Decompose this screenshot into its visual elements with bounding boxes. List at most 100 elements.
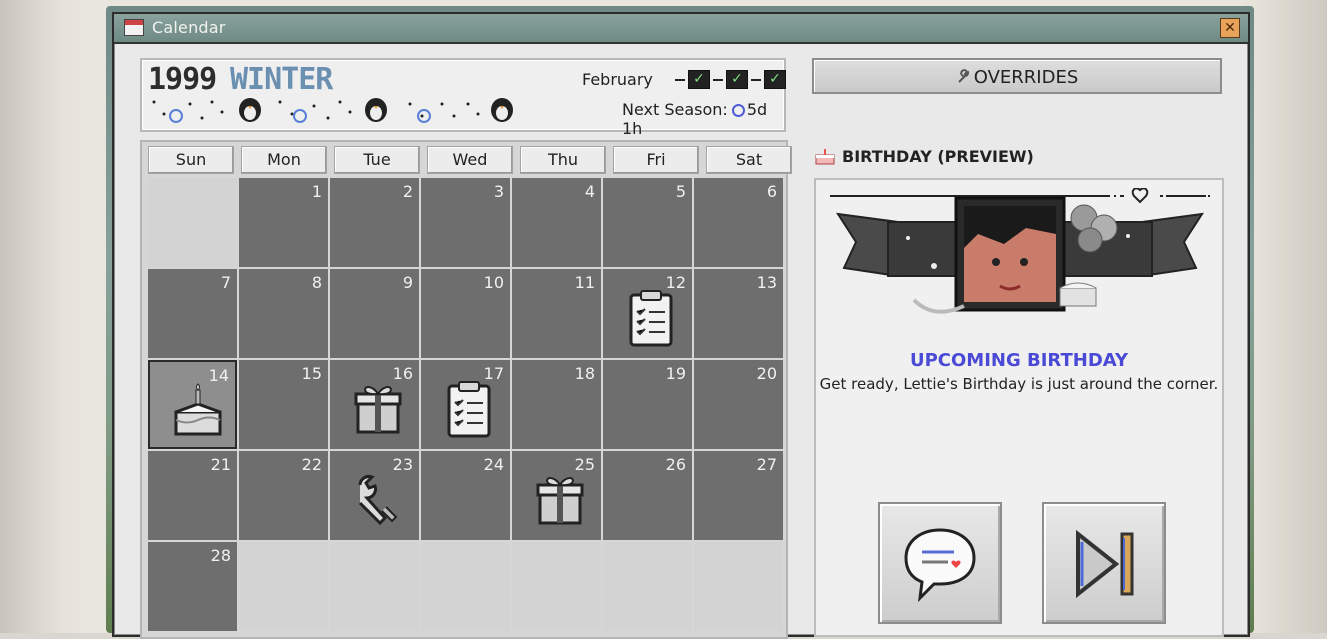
calendar-day-21[interactable]: 21 (148, 451, 237, 540)
day-cells: 1 2 3 4 5 6 7 8 9 10 11 12 13 14 15 16 17 18 19 20 21 22 23 24 2… (148, 178, 783, 631)
cake-icon (172, 382, 224, 440)
calendar-empty-cell (694, 542, 783, 631)
gift-icon (352, 380, 404, 438)
clipboard-icon (625, 289, 677, 347)
month-progress-checks: ✓ ✓ ✓ (672, 70, 786, 89)
weekday-mon: Mon (241, 146, 327, 174)
clipboard-icon (443, 380, 495, 438)
overrides-button[interactable]: OVERRIDES (812, 58, 1222, 94)
cake-icon (815, 149, 835, 165)
day-number: 6 (766, 182, 777, 201)
season-header: 1999 WINTER February ✓ ✓ ✓ Next Season: … (140, 58, 786, 138)
check-2-icon: ✓ (726, 70, 748, 89)
calendar-day-16[interactable]: 16 (330, 360, 419, 449)
day-number: 2 (402, 182, 413, 201)
year-label: 1999 (148, 62, 217, 97)
calendar-day-14[interactable]: 14 (148, 360, 237, 449)
calendar-day-19[interactable]: 19 (603, 360, 692, 449)
calendar-day-13[interactable]: 13 (694, 269, 783, 358)
calendar-day-12[interactable]: 12 (603, 269, 692, 358)
calendar-day-26[interactable]: 26 (603, 451, 692, 540)
day-number: 18 (574, 364, 595, 383)
day-number: 15 (301, 364, 322, 383)
day-number: 22 (301, 455, 322, 474)
calendar-empty-cell (421, 542, 510, 631)
day-number: 7 (220, 273, 231, 292)
calendar-day-9[interactable]: 9 (330, 269, 419, 358)
weekday-sun: Sun (148, 146, 234, 174)
wrench-icon (352, 471, 404, 529)
day-number: 24 (483, 455, 504, 474)
preview-title-text: BIRTHDAY (PREVIEW) (842, 147, 1034, 166)
calendar-day-8[interactable]: 8 (239, 269, 328, 358)
calendar-day-23[interactable]: 23 (330, 451, 419, 540)
next-season-label: Next Season: (622, 100, 728, 119)
calendar-day-20[interactable]: 20 (694, 360, 783, 449)
overrides-label: OVERRIDES (973, 67, 1079, 88)
gift-icon (534, 471, 586, 529)
day-number: 9 (402, 273, 413, 292)
snow-penguin-decoration-icon (152, 98, 513, 123)
calendar-day-27[interactable]: 27 (694, 451, 783, 540)
weekday-thu: Thu (520, 146, 606, 174)
calendar-day-22[interactable]: 22 (239, 451, 328, 540)
day-number: 4 (584, 182, 595, 201)
calendar-day-18[interactable]: 18 (512, 360, 601, 449)
wrench-icon (958, 69, 969, 83)
day-number: 28 (210, 546, 231, 565)
calendar-day-5[interactable]: 5 (603, 178, 692, 267)
skip-next-icon (1076, 529, 1134, 599)
day-number: 13 (756, 273, 777, 292)
preview-title: BIRTHDAY (PREVIEW) (814, 146, 1034, 166)
day-number: 8 (311, 273, 322, 292)
calendar-day-7[interactable]: 7 (148, 269, 237, 358)
day-number: 26 (665, 455, 686, 474)
close-button[interactable]: ✕ (1220, 18, 1240, 38)
calendar-day-1[interactable]: 1 (239, 178, 328, 267)
day-number: 1 (311, 182, 322, 201)
calendar-day-15[interactable]: 15 (239, 360, 328, 449)
birthday-description: Get ready, Lettie's Birthday is just aro… (819, 375, 1219, 393)
weekday-sat: Sat (706, 146, 792, 174)
clock-icon (731, 104, 745, 117)
weekday-headers: Sun Mon Tue Wed Thu Fri Sat (148, 146, 799, 174)
check-1-icon: ✓ (688, 70, 710, 89)
weekday-fri: Fri (613, 146, 699, 174)
chat-button[interactable] (878, 502, 1002, 624)
calendar-day-17[interactable]: 17 (421, 360, 510, 449)
window-title: Calendar (152, 18, 226, 37)
calendar-day-28[interactable]: 28 (148, 542, 237, 631)
calendar-app-icon (124, 19, 144, 36)
day-number: 11 (574, 273, 595, 292)
month-label: February (582, 70, 653, 89)
calendar-day-25[interactable]: 25 (512, 451, 601, 540)
calendar-day-2[interactable]: 2 (330, 178, 419, 267)
day-number: 27 (756, 455, 777, 474)
window-titlebar[interactable]: Calendar ✕ (114, 14, 1248, 44)
weekday-wed: Wed (427, 146, 513, 174)
birthday-preview-panel: UPCOMING BIRTHDAY Get ready, Lettie's Bi… (814, 178, 1224, 637)
calendar-day-10[interactable]: 10 (421, 269, 510, 358)
calendar-day-11[interactable]: 11 (512, 269, 601, 358)
calendar-day-4[interactable]: 4 (512, 178, 601, 267)
calendar-grid: Sun Mon Tue Wed Thu Fri Sat 1 2 3 4 5 6 7 8 9 10 1… (140, 140, 792, 639)
calendar-day-6[interactable]: 6 (694, 178, 783, 267)
day-number: 19 (665, 364, 686, 383)
calendar-empty-cell (239, 542, 328, 631)
check-3-icon: ✓ (764, 70, 786, 89)
calendar-day-3[interactable]: 3 (421, 178, 510, 267)
calendar-empty-cell (148, 178, 237, 267)
birthday-banner-icon (830, 188, 1210, 314)
calendar-empty-cell (603, 542, 692, 631)
season-label: WINTER (230, 62, 333, 97)
day-number: 20 (756, 364, 777, 383)
day-number: 5 (675, 182, 686, 201)
calendar-window: Calendar ✕ 1999 WINTER February ✓ ✓ ✓ Ne… (112, 12, 1250, 639)
day-number: 21 (210, 455, 231, 474)
upcoming-birthday-heading: UPCOMING BIRTHDAY (909, 350, 1129, 371)
skip-button[interactable] (1042, 502, 1166, 624)
calendar-empty-cell (512, 542, 601, 631)
calendar-day-24[interactable]: 24 (421, 451, 510, 540)
day-number: 3 (493, 182, 504, 201)
next-season-countdown: Next Season: 5d 1h (622, 100, 784, 138)
